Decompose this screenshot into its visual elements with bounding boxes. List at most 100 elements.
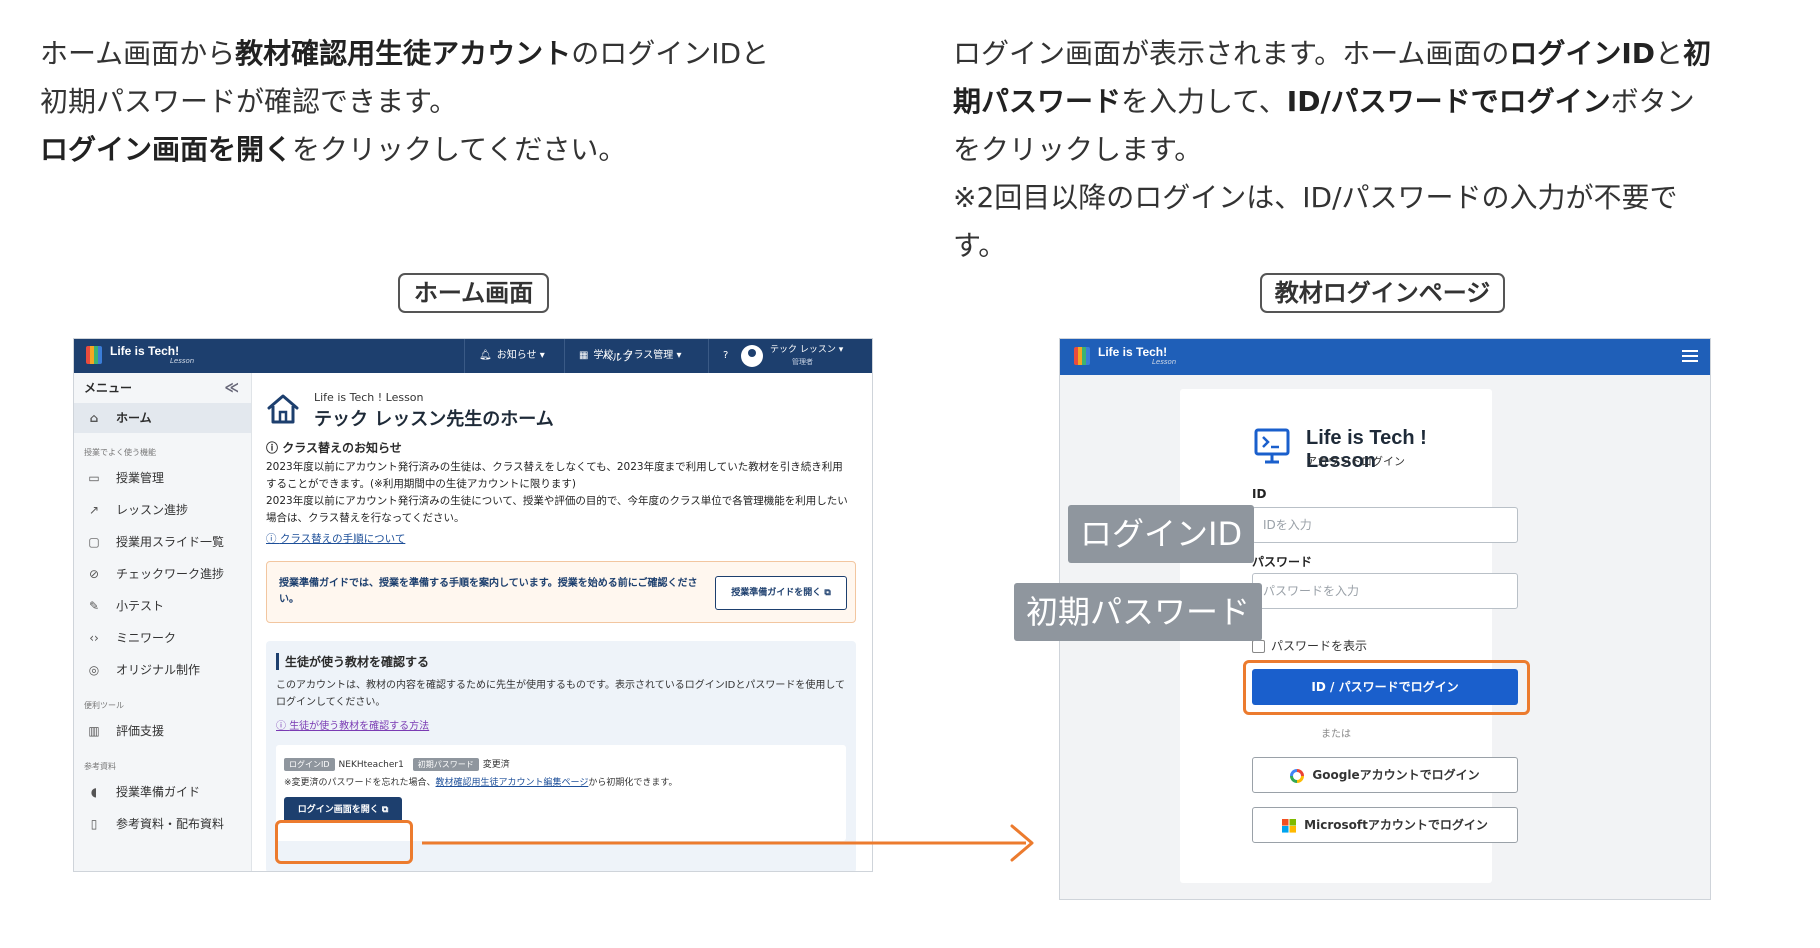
- avatar[interactable]: [741, 345, 763, 367]
- google-login-label: Googleアカウントでログイン: [1312, 768, 1480, 782]
- brand-name: Life is Tech!: [1098, 345, 1168, 359]
- home-topbar: Life is Tech! Lesson 🔔︎ お知らせ ▾ ▦ 学校・クラス管理 …: [74, 339, 872, 373]
- help-label[interactable]: ヘルプ: [602, 349, 632, 364]
- info-icon: ⓘ: [266, 441, 283, 455]
- login-id-badge: ログインID: [284, 758, 335, 771]
- palette-icon: ◎: [88, 663, 100, 677]
- instr-bold: 初: [1683, 37, 1712, 70]
- page-title: テック レッスン先生のホーム: [314, 409, 554, 430]
- caption-home: ホーム画面: [398, 273, 549, 313]
- instr-text: ログイン画面が表示されます。ホーム画面の: [953, 37, 1510, 70]
- open-guide-button[interactable]: 授業準備ガイドを開く ⧉: [715, 576, 847, 610]
- brand-sub: Lesson: [170, 357, 195, 365]
- class-change-link[interactable]: ⓘ クラス替えの手順について: [266, 531, 405, 546]
- student-account-edit-link[interactable]: 教材確認用生徒アカウント編集ページ: [436, 778, 589, 788]
- sidebar-item-lesson-progress[interactable]: ↗ レッスン進捗: [74, 494, 251, 526]
- pen-icon: ✎: [88, 599, 100, 613]
- instr-text: ボタン: [1610, 85, 1695, 118]
- collapse-sidebar-button[interactable]: ≪: [224, 373, 239, 403]
- notice-body: 2023年度以前にアカウント発行済みの生徒は、クラス替えをしなくても、2023年…: [266, 459, 851, 527]
- sidebar-item-miniwork[interactable]: ‹› ミニワーク: [74, 622, 251, 654]
- student-link-text: 生徒が使う教材を確認する方法: [289, 721, 430, 732]
- sidebar-item-label: 小テスト: [116, 599, 165, 613]
- microsoft-login-label: Microsoftアカウントでログイン: [1304, 818, 1488, 832]
- slides-icon: ▭: [88, 471, 100, 485]
- school-menu[interactable]: ▦ 学校・クラス管理 ▾: [564, 339, 708, 373]
- sidebar-item-checkwork[interactable]: ⊘ チェックワーク進捗: [74, 558, 251, 590]
- chevron-down-icon: ▾: [676, 350, 682, 361]
- sidebar-menu-label: メニュー: [84, 381, 133, 395]
- sidebar: メニュー ≪ ⌂ ホーム 授業でよく使う機能 ▭ 授業管理 ↗ レッスン進捗 ▢ 授業用…: [74, 373, 252, 871]
- sidebar-item-label: 授業管理: [116, 471, 165, 485]
- highlight-open-login: [275, 820, 413, 864]
- sidebar-item-label: 授業準備ガイド: [116, 785, 201, 799]
- sidebar-group-label: 参考資料: [84, 762, 116, 771]
- notice-menu[interactable]: 🔔︎ お知らせ ▾: [464, 339, 564, 373]
- logo-icon: [86, 346, 102, 364]
- instructions-left: ホーム画面から教材確認用生徒アカウントのログインIDと 初期パスワードが確認でき…: [40, 30, 900, 174]
- credentials-row: ログインID NEKHteacher1 初期パスワード 変更済: [284, 757, 516, 771]
- google-login-button[interactable]: Googleアカウントでログイン: [1252, 757, 1518, 793]
- user-menu[interactable]: テック レッスン ▾ 管理者: [770, 344, 843, 368]
- sidebar-header: メニュー ≪: [74, 373, 251, 403]
- overlay-initial-password: 初期パスワード: [1014, 583, 1263, 641]
- home-icon: [267, 394, 299, 424]
- instr-text: ホーム画面から: [40, 37, 236, 70]
- instructions-right: ログイン画面が表示されます。ホーム画面のログインIDと初 期パスワードを入力して…: [953, 30, 1813, 270]
- open-login-label: ログイン画面を開く: [297, 805, 379, 815]
- home-screenshot: Life is Tech! Lesson 🔔︎ お知らせ ▾ ▦ 学校・クラス管理 …: [73, 338, 873, 872]
- sidebar-item-slides[interactable]: ▢ 授業用スライド一覧: [74, 526, 251, 558]
- login-id-value: NEKHteacher1: [338, 760, 404, 770]
- microsoft-icon: [1282, 818, 1297, 833]
- home-main: Life is Tech ! Lesson テック レッスン先生のホーム ⓘ ク…: [266, 373, 866, 871]
- trend-icon: ↗: [88, 503, 100, 517]
- chevron-down-icon: ▾: [539, 350, 545, 361]
- sidebar-item-materials[interactable]: ▯ 参考資料・配布資料: [74, 808, 251, 840]
- sidebar-item-label: 評価支援: [116, 724, 165, 738]
- notice-label: お知らせ: [496, 350, 537, 361]
- user-role: 管理者: [792, 358, 813, 366]
- help-icon: ⓘ: [266, 533, 280, 545]
- sidebar-item-label: ホーム: [116, 411, 152, 425]
- sidebar-item-label: 授業用スライド一覧: [116, 535, 225, 549]
- breadcrumb: Life is Tech ! Lesson: [314, 391, 424, 404]
- sidebar-group-label: 便利ツール: [84, 701, 124, 710]
- document-icon: ▯: [90, 817, 98, 831]
- password-input[interactable]: パスワードを入力: [1252, 573, 1518, 609]
- sidebar-item-original[interactable]: ◎ オリジナル制作: [74, 654, 251, 686]
- notice-paragraph: 2023年度以前にアカウント発行済みの生徒について、授業や評価の目的で、今年度の…: [266, 495, 848, 524]
- menu-icon[interactable]: [1682, 350, 1698, 364]
- notice-paragraph: 2023年度以前にアカウント発行済みの生徒は、クラス替えをしなくても、2023年…: [266, 461, 843, 490]
- sidebar-item-label: チェックワーク進捗: [116, 567, 225, 581]
- logo-icon: [1074, 347, 1090, 365]
- overlay-login-id: ログインID: [1068, 505, 1255, 563]
- shield-icon: ◖: [90, 785, 98, 799]
- sidebar-item-home[interactable]: ⌂ ホーム: [74, 403, 251, 433]
- student-body: このアカウントは、教材の内容を確認するために先生が使用するものです。表示されてい…: [276, 680, 846, 708]
- student-title: 生徒が使う教材を確認する: [276, 653, 429, 670]
- monitor-icon: ▢: [88, 535, 100, 549]
- instr-bold: 期パスワード: [953, 85, 1122, 118]
- sidebar-item-quiz[interactable]: ✎ 小テスト: [74, 590, 251, 622]
- brand-name: Life is Tech!: [110, 344, 180, 358]
- sidebar-item-label: ミニワーク: [116, 631, 177, 645]
- credentials-note: ※変更済のパスワードを忘れた場合、教材確認用生徒アカウント編集ページから初期化で…: [284, 775, 677, 788]
- sidebar-item-guide[interactable]: ◖ 授業準備ガイド: [74, 776, 251, 808]
- instr-text: ※2回目以降のログインは、ID/パスワードの入力が不要で: [953, 181, 1678, 214]
- show-password-checkbox[interactable]: パスワードを表示: [1252, 637, 1367, 654]
- login-subtitle: アカウントログイン: [1306, 455, 1405, 468]
- instr-text: 初期パスワードが確認できます。: [40, 85, 458, 118]
- google-icon: [1290, 768, 1305, 783]
- sidebar-item-evaluation[interactable]: ▥ 評価支援: [74, 715, 251, 747]
- home-icon: ⌂: [89, 411, 99, 425]
- microsoft-login-button[interactable]: Microsoftアカウントでログイン: [1252, 807, 1518, 843]
- student-howto-link[interactable]: ⓘ 生徒が使う教材を確認する方法: [276, 717, 429, 732]
- guide-text: 授業準備ガイドでは、授業を準備する手順を案内しています。授業を始める前にご確認く…: [279, 578, 698, 605]
- external-link-icon: ⧉: [824, 588, 831, 598]
- help-spacer: [724, 339, 738, 373]
- sidebar-item-class-management[interactable]: ▭ 授業管理: [74, 462, 251, 494]
- sidebar-item-label: 参考資料・配布資料: [116, 817, 225, 831]
- id-input[interactable]: IDを入力: [1252, 507, 1518, 543]
- checkbox-icon: [1252, 640, 1265, 653]
- password-value: 変更済: [482, 760, 510, 770]
